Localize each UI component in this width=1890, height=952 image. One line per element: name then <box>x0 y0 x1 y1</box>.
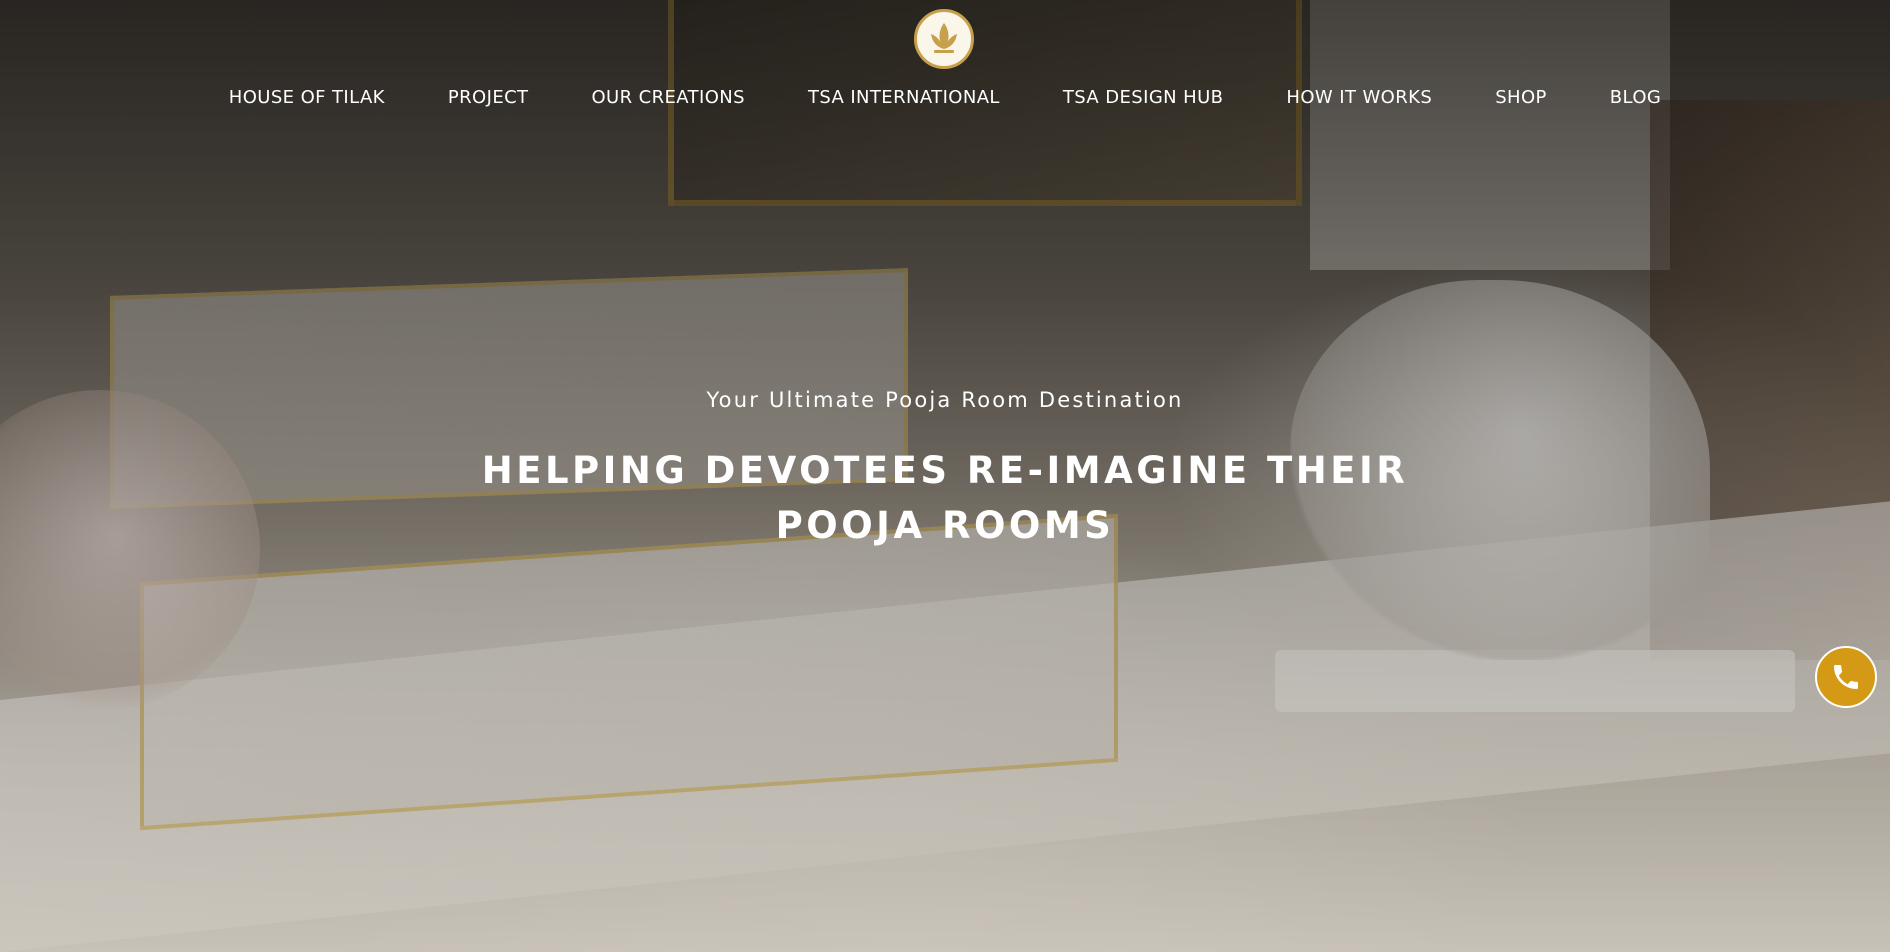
nav-item-project[interactable]: PROJECT <box>448 86 529 110</box>
nav-item-tsa-international[interactable]: TSA INTERNATIONAL <box>808 86 1000 110</box>
hero-section: HOUSE OF TILAK PROJECT OUR CREATIONS TSA… <box>0 0 1890 952</box>
call-button[interactable] <box>1815 646 1877 708</box>
hero-headline-line1: HELPING DEVOTEES RE-IMAGINE THEIR <box>481 449 1409 492</box>
nav-item-blog[interactable]: BLOG <box>1610 86 1661 110</box>
nav-item-shop[interactable]: SHOP <box>1495 86 1547 110</box>
hero-headline: HELPING DEVOTEES RE-IMAGINE THEIR POOJA … <box>0 443 1890 553</box>
hero-headline-line2: POOJA ROOMS <box>775 504 1115 547</box>
site-logo[interactable] <box>914 9 974 69</box>
nav-item-house-of-tilak[interactable]: HOUSE OF TILAK <box>229 86 385 110</box>
nav-item-how-it-works[interactable]: HOW IT WORKS <box>1286 86 1432 110</box>
lotus-emblem-icon <box>931 23 957 53</box>
nav-item-tsa-design-hub[interactable]: TSA DESIGN HUB <box>1063 86 1224 110</box>
hero-subtitle: Your Ultimate Pooja Room Destination <box>706 388 1184 412</box>
main-navigation: HOUSE OF TILAK PROJECT OUR CREATIONS TSA… <box>0 86 1890 110</box>
nav-item-our-creations[interactable]: OUR CREATIONS <box>591 86 745 110</box>
phone-icon <box>1834 665 1858 689</box>
